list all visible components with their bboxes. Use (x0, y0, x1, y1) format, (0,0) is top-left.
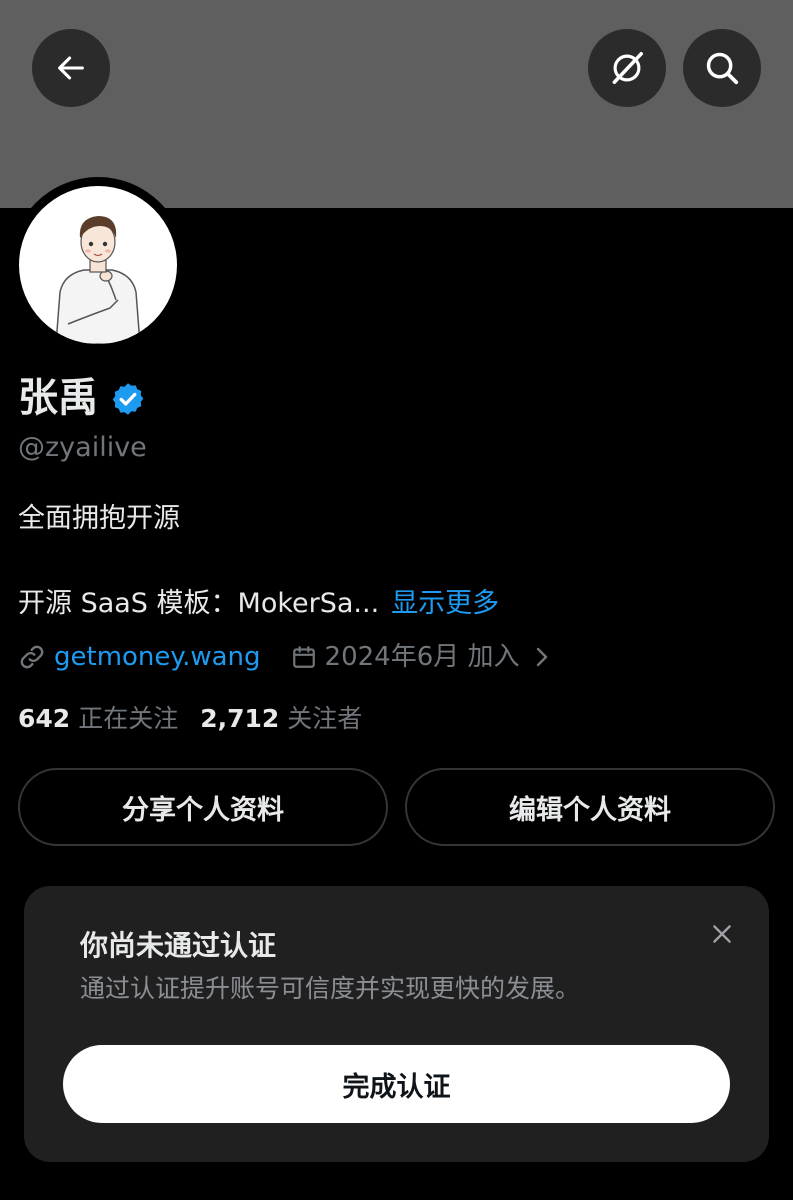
display-name: 张禹 (18, 375, 98, 421)
verified-badge-icon[interactable] (110, 381, 146, 417)
close-icon (713, 925, 731, 943)
share-profile-button[interactable]: 分享个人资料 (18, 768, 388, 846)
bio-line-2-text: 开源 SaaS 模板：MokerSa... (18, 588, 380, 619)
grok-icon (612, 52, 643, 84)
chevron-right-icon[interactable] (532, 645, 552, 669)
bio-line-2: 开源 SaaS 模板：MokerSa... 显示更多 (18, 585, 499, 623)
back-button[interactable] (32, 29, 110, 107)
calendar-icon (292, 646, 315, 668)
edit-profile-button[interactable]: 编辑个人资料 (405, 768, 775, 846)
search-icon (706, 52, 739, 85)
follow-stats: 642 正在关注 2,712 关注者 (18, 700, 362, 738)
avatar[interactable] (19, 186, 177, 344)
website-link[interactable]: getmoney.wang (54, 637, 261, 677)
show-more-link[interactable]: 显示更多 (391, 588, 499, 619)
avatar-ring[interactable] (10, 177, 186, 353)
grok-button[interactable] (588, 29, 666, 107)
verification-card: 你尚未通过认证 通过认证提升账号可信度并实现更快的发展。 完成认证 (24, 886, 769, 1162)
joined-date: 2024年6月 加入 (324, 642, 520, 672)
user-handle: @zyailive (18, 432, 147, 463)
name-row: 张禹 (18, 372, 146, 424)
bio-line-1: 全面拥抱开源 (18, 503, 180, 534)
followers-count: 2,712 (200, 704, 280, 733)
link-icon (20, 645, 44, 669)
following-label: 正在关注 (78, 704, 179, 733)
close-card-button[interactable] (704, 916, 740, 952)
arrow-left-icon (58, 56, 84, 80)
profile-page: 张禹 @zyailive 全面拥抱开源 开源 SaaS 模板：MokerSa..… (0, 0, 793, 1200)
following-count: 642 (18, 704, 71, 733)
profile-meta-row: getmoney.wang 2024年6月 加入 (18, 637, 552, 677)
verification-subtitle: 通过认证提升账号可信度并实现更快的发展。 (80, 974, 581, 1003)
verification-title: 你尚未通过认证 (80, 929, 277, 962)
followers-stat[interactable]: 2,712 关注者 (200, 704, 362, 733)
following-stat[interactable]: 642 正在关注 (18, 704, 178, 733)
avatar-illustration (55, 216, 141, 344)
complete-verification-button[interactable]: 完成认证 (63, 1045, 730, 1123)
search-button[interactable] (683, 29, 761, 107)
followers-label: 关注者 (287, 704, 363, 733)
profile-banner (0, 0, 793, 208)
